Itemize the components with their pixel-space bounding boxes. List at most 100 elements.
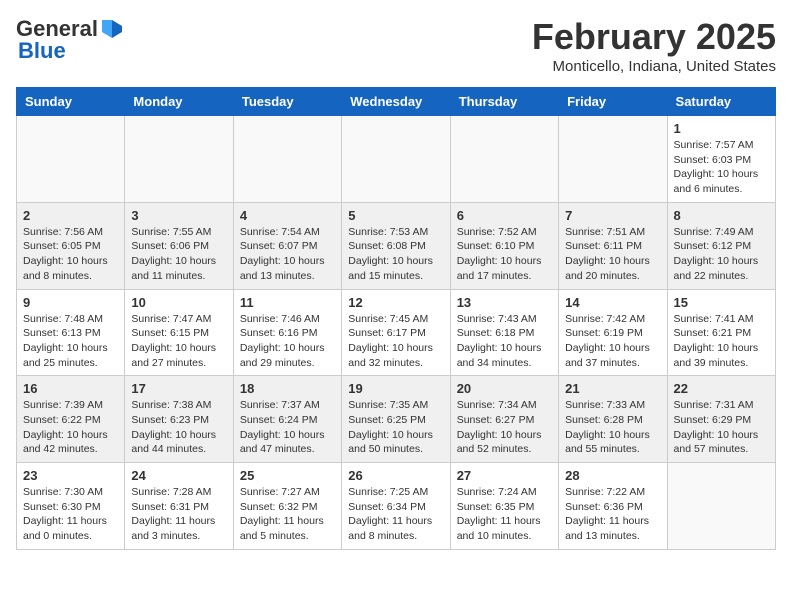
day-info: Sunrise: 7:52 AM Sunset: 6:10 PM Dayligh…: [457, 225, 552, 284]
day-number: 20: [457, 381, 552, 396]
day-number: 21: [565, 381, 660, 396]
day-number: 18: [240, 381, 335, 396]
day-info: Sunrise: 7:43 AM Sunset: 6:18 PM Dayligh…: [457, 312, 552, 371]
day-number: 16: [23, 381, 118, 396]
weekday-friday: Friday: [559, 88, 667, 116]
day-number: 11: [240, 295, 335, 310]
day-cell-27: 27 Sunrise: 7:24 AM Sunset: 6:35 PM Dayli…: [450, 463, 558, 550]
day-info: Sunrise: 7:27 AM Sunset: 6:32 PM Dayligh…: [240, 485, 335, 544]
day-info: Sunrise: 7:24 AM Sunset: 6:35 PM Dayligh…: [457, 485, 552, 544]
day-number: 28: [565, 468, 660, 483]
week-row-1: 1 Sunrise: 7:57 AM Sunset: 6:03 PM Daylig…: [17, 116, 776, 203]
day-number: 4: [240, 208, 335, 223]
logo: General Blue: [16, 16, 122, 64]
day-info: Sunrise: 7:34 AM Sunset: 6:27 PM Dayligh…: [457, 398, 552, 457]
day-cell-13: 13 Sunrise: 7:43 AM Sunset: 6:18 PM Dayli…: [450, 289, 558, 376]
day-info: Sunrise: 7:56 AM Sunset: 6:05 PM Dayligh…: [23, 225, 118, 284]
day-cell-18: 18 Sunrise: 7:37 AM Sunset: 6:24 PM Dayli…: [233, 376, 341, 463]
day-info: Sunrise: 7:48 AM Sunset: 6:13 PM Dayligh…: [23, 312, 118, 371]
day-cell-5: 5 Sunrise: 7:53 AM Sunset: 6:08 PM Daylig…: [342, 202, 450, 289]
day-cell-3: 3 Sunrise: 7:55 AM Sunset: 6:06 PM Daylig…: [125, 202, 233, 289]
weekday-tuesday: Tuesday: [233, 88, 341, 116]
day-info: Sunrise: 7:45 AM Sunset: 6:17 PM Dayligh…: [348, 312, 443, 371]
empty-cell: [233, 116, 341, 203]
day-info: Sunrise: 7:30 AM Sunset: 6:30 PM Dayligh…: [23, 485, 118, 544]
day-cell-6: 6 Sunrise: 7:52 AM Sunset: 6:10 PM Daylig…: [450, 202, 558, 289]
day-cell-26: 26 Sunrise: 7:25 AM Sunset: 6:34 PM Dayli…: [342, 463, 450, 550]
weekday-thursday: Thursday: [450, 88, 558, 116]
day-cell-20: 20 Sunrise: 7:34 AM Sunset: 6:27 PM Dayli…: [450, 376, 558, 463]
day-number: 1: [674, 121, 769, 136]
weekday-header-row: SundayMondayTuesdayWednesdayThursdayFrid…: [17, 88, 776, 116]
day-cell-24: 24Sunrise: 7:28 AM Sunset: 6:31 PM Dayli…: [125, 463, 233, 550]
title-block: February 2025 Monticello, Indiana, Unite…: [532, 16, 776, 75]
day-info: Sunrise: 7:49 AM Sunset: 6:12 PM Dayligh…: [674, 225, 769, 284]
day-info: Sunrise: 7:51 AM Sunset: 6:11 PM Dayligh…: [565, 225, 660, 284]
day-cell-21: 21 Sunrise: 7:33 AM Sunset: 6:28 PM Dayli…: [559, 376, 667, 463]
day-number: 22: [674, 381, 769, 396]
day-number: 7: [565, 208, 660, 223]
empty-cell: [667, 463, 775, 550]
day-cell-10: 10Sunrise: 7:47 AM Sunset: 6:15 PM Dayli…: [125, 289, 233, 376]
day-info: Sunrise: 7:54 AM Sunset: 6:07 PM Dayligh…: [240, 225, 335, 284]
calendar-page: General Blue February 2025 Monticello, I…: [0, 0, 792, 566]
day-number: 12: [348, 295, 443, 310]
day-number: 27: [457, 468, 552, 483]
weekday-saturday: Saturday: [667, 88, 775, 116]
weekday-wednesday: Wednesday: [342, 88, 450, 116]
day-number: 2: [23, 208, 118, 223]
location: Monticello, Indiana, United States: [532, 58, 776, 75]
day-cell-19: 19 Sunrise: 7:35 AM Sunset: 6:25 PM Dayli…: [342, 376, 450, 463]
month-title: February 2025: [532, 16, 776, 58]
day-cell-22: 22 Sunrise: 7:31 AM Sunset: 6:29 PM Dayli…: [667, 376, 775, 463]
day-info: Sunrise: 7:25 AM Sunset: 6:34 PM Dayligh…: [348, 485, 443, 544]
day-info: Sunrise: 7:53 AM Sunset: 6:08 PM Dayligh…: [348, 225, 443, 284]
day-number: 15: [674, 295, 769, 310]
day-number: 6: [457, 208, 552, 223]
empty-cell: [125, 116, 233, 203]
day-cell-2: 2 Sunrise: 7:56 AM Sunset: 6:05 PM Daylig…: [17, 202, 125, 289]
day-number: 26: [348, 468, 443, 483]
day-cell-1: 1 Sunrise: 7:57 AM Sunset: 6:03 PM Daylig…: [667, 116, 775, 203]
day-number: 3: [131, 208, 226, 223]
day-info: Sunrise: 7:57 AM Sunset: 6:03 PM Dayligh…: [674, 138, 769, 197]
day-info: Sunrise: 7:35 AM Sunset: 6:25 PM Dayligh…: [348, 398, 443, 457]
day-info: Sunrise: 7:33 AM Sunset: 6:28 PM Dayligh…: [565, 398, 660, 457]
day-cell-11: 11 Sunrise: 7:46 AM Sunset: 6:16 PM Dayli…: [233, 289, 341, 376]
day-info: Sunrise: 7:28 AM Sunset: 6:31 PM Dayligh…: [131, 485, 226, 544]
day-cell-28: 28Sunrise: 7:22 AM Sunset: 6:36 PM Dayli…: [559, 463, 667, 550]
day-number: 14: [565, 295, 660, 310]
day-cell-15: 15 Sunrise: 7:41 AM Sunset: 6:21 PM Dayli…: [667, 289, 775, 376]
day-info: Sunrise: 7:55 AM Sunset: 6:06 PM Dayligh…: [131, 225, 226, 284]
day-number: 5: [348, 208, 443, 223]
weekday-sunday: Sunday: [17, 88, 125, 116]
day-number: 19: [348, 381, 443, 396]
day-number: 8: [674, 208, 769, 223]
week-row-5: 23 Sunrise: 7:30 AM Sunset: 6:30 PM Dayli…: [17, 463, 776, 550]
day-cell-8: 8 Sunrise: 7:49 AM Sunset: 6:12 PM Daylig…: [667, 202, 775, 289]
day-info: Sunrise: 7:41 AM Sunset: 6:21 PM Dayligh…: [674, 312, 769, 371]
day-info: Sunrise: 7:38 AM Sunset: 6:23 PM Dayligh…: [131, 398, 226, 457]
week-row-2: 2 Sunrise: 7:56 AM Sunset: 6:05 PM Daylig…: [17, 202, 776, 289]
day-info: Sunrise: 7:46 AM Sunset: 6:16 PM Dayligh…: [240, 312, 335, 371]
day-number: 23: [23, 468, 118, 483]
weekday-monday: Monday: [125, 88, 233, 116]
day-number: 13: [457, 295, 552, 310]
day-cell-9: 9 Sunrise: 7:48 AM Sunset: 6:13 PM Daylig…: [17, 289, 125, 376]
day-cell-4: 4 Sunrise: 7:54 AM Sunset: 6:07 PM Daylig…: [233, 202, 341, 289]
day-info: Sunrise: 7:37 AM Sunset: 6:24 PM Dayligh…: [240, 398, 335, 457]
day-cell-14: 14Sunrise: 7:42 AM Sunset: 6:19 PM Dayli…: [559, 289, 667, 376]
day-cell-12: 12 Sunrise: 7:45 AM Sunset: 6:17 PM Dayli…: [342, 289, 450, 376]
day-number: 9: [23, 295, 118, 310]
logo-icon: [100, 18, 122, 40]
day-number: 25: [240, 468, 335, 483]
empty-cell: [17, 116, 125, 203]
day-cell-17: 17Sunrise: 7:38 AM Sunset: 6:23 PM Dayli…: [125, 376, 233, 463]
day-info: Sunrise: 7:31 AM Sunset: 6:29 PM Dayligh…: [674, 398, 769, 457]
empty-cell: [450, 116, 558, 203]
header: General Blue February 2025 Monticello, I…: [16, 16, 776, 75]
day-cell-16: 16Sunrise: 7:39 AM Sunset: 6:22 PM Dayli…: [17, 376, 125, 463]
day-info: Sunrise: 7:47 AM Sunset: 6:15 PM Dayligh…: [131, 312, 226, 371]
empty-cell: [342, 116, 450, 203]
day-cell-25: 25 Sunrise: 7:27 AM Sunset: 6:32 PM Dayli…: [233, 463, 341, 550]
